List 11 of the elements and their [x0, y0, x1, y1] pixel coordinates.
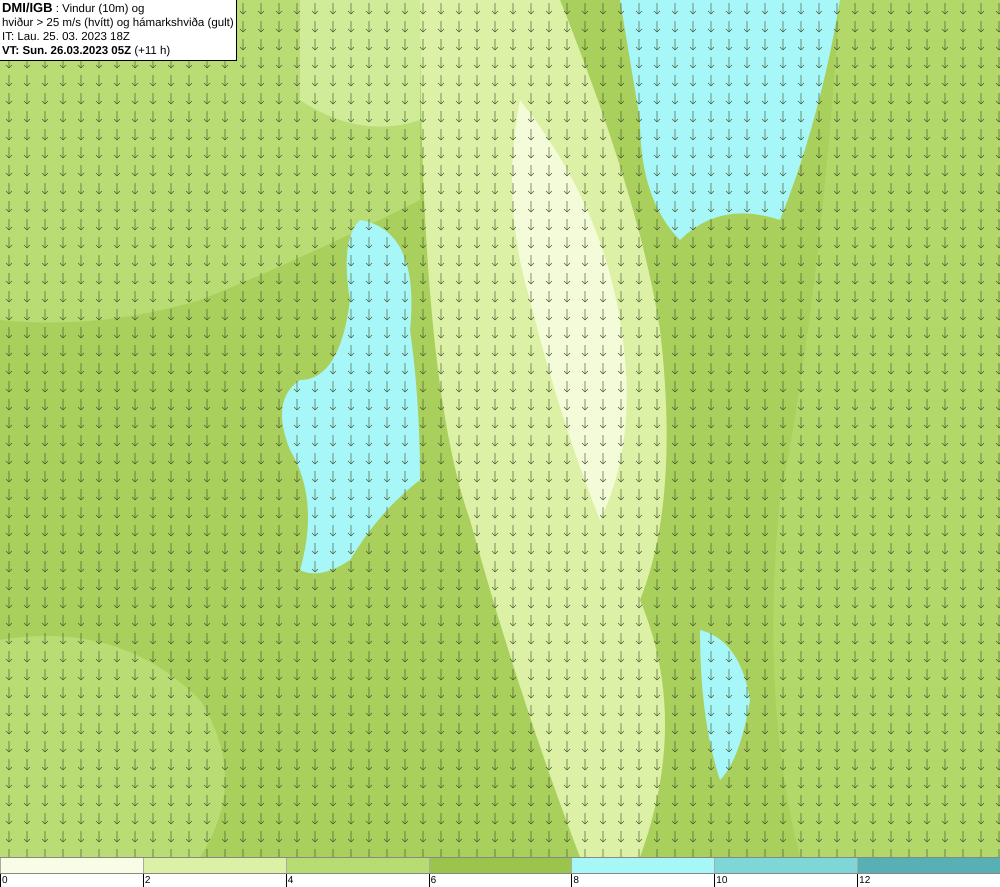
header-text: VT: Sun. 26.03.2023 05Z (+11 h): [2, 44, 172, 58]
legend-tick-label: 0: [2, 874, 8, 887]
legend-tick-label: 8: [573, 874, 579, 887]
header-text: hviður > 25 m/s (hvítt) og hámarkshviða (gult): [2, 16, 234, 30]
legend-tick-label: 2: [144, 874, 150, 887]
legend-tick-label: 6: [430, 874, 436, 887]
legend-tick-label: 10: [716, 874, 728, 887]
header-text: DMI/IGB : Vindur (10m) og: [2, 1, 146, 16]
header-text: IT: Lau. 25. 03. 2023 18Z: [2, 30, 131, 44]
legend-tick-label: 4: [288, 874, 294, 887]
legend-tick-label: 12: [859, 874, 870, 887]
